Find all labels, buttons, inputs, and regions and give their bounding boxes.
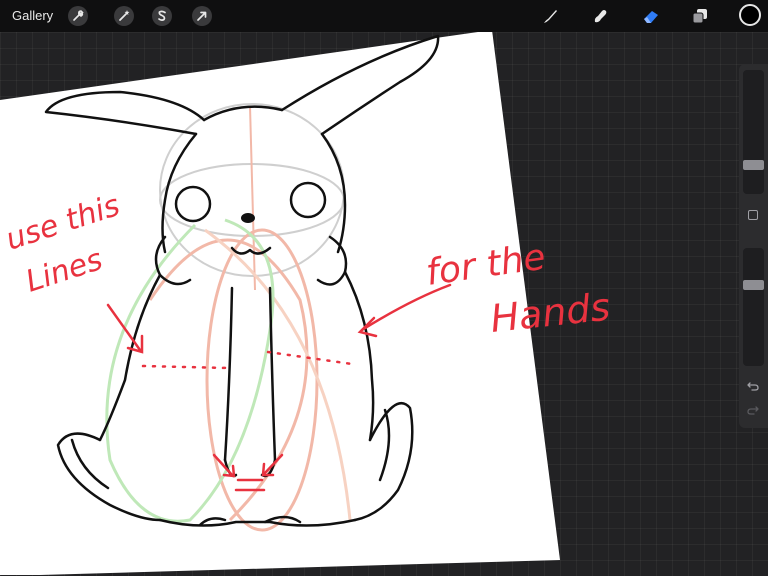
redo-icon[interactable] — [745, 402, 761, 418]
nose — [241, 213, 255, 223]
brush-size-slider[interactable] — [743, 70, 764, 194]
right-sidebar — [739, 64, 768, 428]
drawing-canvas[interactable]: use this Lines for the Hands — [0, 0, 768, 576]
selection-s-icon[interactable] — [152, 6, 172, 26]
brush-icon[interactable] — [540, 6, 560, 26]
procreate-app: use this Lines for the Hands Gallery — [0, 0, 768, 576]
color-picker-swatch[interactable] — [739, 4, 761, 26]
layers-icon[interactable] — [690, 6, 710, 26]
magic-wand-icon[interactable] — [114, 6, 134, 26]
brush-size-knob[interactable] — [743, 160, 764, 170]
brush-opacity-knob[interactable] — [743, 280, 764, 290]
top-toolbar: Gallery — [0, 0, 768, 32]
canvas-artwork[interactable]: use this Lines for the Hands — [0, 0, 768, 576]
canvas-sheet — [0, 30, 560, 575]
gallery-button[interactable]: Gallery — [12, 8, 53, 24]
brush-opacity-slider[interactable] — [743, 248, 764, 366]
wrench-icon[interactable] — [68, 6, 88, 26]
undo-icon[interactable] — [745, 378, 761, 394]
smudge-icon[interactable] — [590, 6, 610, 26]
eraser-icon[interactable] — [641, 6, 661, 26]
arrow-cursor-icon[interactable] — [192, 6, 212, 26]
square-modify-icon[interactable] — [748, 210, 758, 220]
